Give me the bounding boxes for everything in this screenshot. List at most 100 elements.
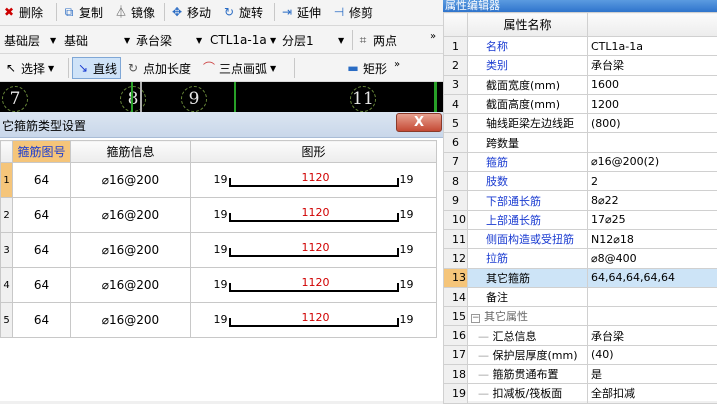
property-row[interactable]: 7箍筋⌀16@200(2) bbox=[444, 152, 717, 171]
sub-layer-select[interactable]: 分层1 ▼ bbox=[282, 30, 348, 50]
trim-button[interactable]: ⊣ 修剪 bbox=[332, 2, 373, 22]
shape-cell[interactable]: 19 1120 19 bbox=[191, 163, 437, 198]
property-row[interactable]: 9下部通长筋8⌀22 bbox=[444, 191, 717, 210]
property-row[interactable]: 17— 保护层厚度(mm)(40) bbox=[444, 345, 717, 364]
row-number[interactable]: 1 bbox=[1, 163, 13, 198]
stirrup-code-cell[interactable]: 64 bbox=[13, 233, 71, 268]
layer-select[interactable]: 基础层 ▼ bbox=[4, 30, 62, 50]
property-name[interactable]: −其它属性 bbox=[468, 307, 588, 326]
row-number[interactable]: 2 bbox=[1, 198, 13, 233]
select-button[interactable]: ↖ 选择 ▼ bbox=[4, 58, 54, 78]
mirror-button[interactable]: ⏃ 镜像 bbox=[114, 2, 155, 22]
property-name[interactable]: — 箍筋贯通布置 bbox=[468, 365, 588, 384]
stirrup-info-cell[interactable]: ⌀16@200 bbox=[71, 198, 191, 233]
category-select[interactable]: 基础 ▼ bbox=[64, 30, 132, 50]
row-number[interactable]: 3 bbox=[1, 233, 13, 268]
table-row[interactable]: 5 64 ⌀16@200 19 1120 19 bbox=[1, 303, 437, 338]
shape-cell[interactable]: 19 1120 19 bbox=[191, 198, 437, 233]
table-row[interactable]: 1 64 ⌀16@200 19 1120 19 bbox=[1, 163, 437, 198]
column-header[interactable]: 箍筋信息 bbox=[71, 141, 191, 163]
component-type-select[interactable]: 承台梁 ▼ bbox=[136, 30, 206, 50]
property-name[interactable]: 箍筋 bbox=[468, 152, 588, 171]
property-value[interactable]: ⌀8@400 bbox=[588, 249, 717, 268]
shape-cell[interactable]: 19 1120 19 bbox=[191, 268, 437, 303]
rotate-button[interactable]: ↻ 旋转 bbox=[222, 2, 263, 22]
property-row[interactable]: 5轴线距梁左边线距(800) bbox=[444, 114, 717, 133]
property-name[interactable]: 其它箍筋 bbox=[468, 268, 588, 287]
drawing-canvas[interactable]: 7 8 9 11 bbox=[0, 82, 443, 112]
stirrup-info-cell[interactable]: ⌀16@200 bbox=[71, 233, 191, 268]
component-name-select[interactable]: CTL1a-1a ▼ bbox=[210, 30, 280, 50]
property-row[interactable]: 2类别承台梁 bbox=[444, 56, 717, 75]
table-row[interactable]: 3 64 ⌀16@200 19 1120 19 bbox=[1, 233, 437, 268]
column-header[interactable]: 图形 bbox=[191, 141, 437, 163]
close-button[interactable]: X bbox=[396, 113, 442, 132]
stirrup-info-cell[interactable]: ⌀16@200 bbox=[71, 303, 191, 338]
property-name[interactable]: 拉筋 bbox=[468, 249, 588, 268]
property-value[interactable]: 是 bbox=[588, 365, 717, 384]
table-row[interactable]: 2 64 ⌀16@200 19 1120 19 bbox=[1, 198, 437, 233]
property-row[interactable]: 12拉筋⌀8@400 bbox=[444, 249, 717, 268]
property-name[interactable]: 截面宽度(mm) bbox=[468, 75, 588, 94]
property-value[interactable]: 1600 bbox=[588, 75, 717, 94]
arc-button[interactable]: ⌒ 三点画弧 ▼ bbox=[202, 58, 276, 78]
property-row[interactable]: 4截面高度(mm)1200 bbox=[444, 94, 717, 113]
property-row[interactable]: 10上部通长筋17⌀25 bbox=[444, 210, 717, 229]
property-row[interactable]: 11侧面构造或受扭筋N12⌀18 bbox=[444, 229, 717, 248]
shape-cell[interactable]: 19 1120 19 bbox=[191, 303, 437, 338]
toolbar-overflow-button[interactable]: » bbox=[394, 54, 400, 74]
property-name[interactable]: — 汇总信息 bbox=[468, 326, 588, 345]
property-value[interactable]: 承台梁 bbox=[588, 326, 717, 345]
property-value[interactable]: 2 bbox=[588, 172, 717, 191]
property-name[interactable]: — 扣减板/筏板面 bbox=[468, 384, 588, 403]
property-name[interactable]: 轴线距梁左边线距 bbox=[468, 114, 588, 133]
property-value[interactable] bbox=[588, 307, 717, 326]
two-point-button[interactable]: ⌗ 两点 bbox=[356, 30, 397, 50]
delete-button[interactable]: ✖ 删除 bbox=[2, 2, 43, 22]
property-value[interactable] bbox=[588, 133, 717, 152]
property-value[interactable]: CTL1a-1a bbox=[588, 37, 717, 56]
property-name[interactable]: 肢数 bbox=[468, 172, 588, 191]
point-length-button[interactable]: ↻ 点加长度 bbox=[126, 58, 191, 78]
property-value[interactable]: (40) bbox=[588, 345, 717, 364]
row-number[interactable]: 4 bbox=[1, 268, 13, 303]
shape-cell[interactable]: 19 1120 19 bbox=[191, 233, 437, 268]
property-name[interactable]: 类别 bbox=[468, 56, 588, 75]
property-value[interactable]: 承台梁 bbox=[588, 56, 717, 75]
property-name[interactable]: — 保护层厚度(mm) bbox=[468, 345, 588, 364]
row-number[interactable]: 5 bbox=[1, 303, 13, 338]
property-row[interactable]: 6跨数量 bbox=[444, 133, 717, 152]
rect-button[interactable]: ▬ 矩形 bbox=[346, 58, 387, 78]
property-row[interactable]: 18— 箍筋贯通布置是 bbox=[444, 365, 717, 384]
property-value[interactable] bbox=[588, 287, 717, 306]
property-name[interactable]: 备注 bbox=[468, 287, 588, 306]
property-row[interactable]: 1名称CTL1a-1a bbox=[444, 37, 717, 56]
stirrup-info-cell[interactable]: ⌀16@200 bbox=[71, 268, 191, 303]
stirrup-code-cell[interactable]: 64 bbox=[13, 303, 71, 338]
property-value[interactable]: 64,64,64,64,64 bbox=[588, 268, 717, 287]
property-value[interactable]: N12⌀18 bbox=[588, 229, 717, 248]
property-value[interactable]: 全部扣减 bbox=[588, 384, 717, 403]
property-name[interactable]: 下部通长筋 bbox=[468, 191, 588, 210]
copy-button[interactable]: ⧉ 复制 bbox=[62, 2, 103, 22]
property-name[interactable]: 名称 bbox=[468, 37, 588, 56]
stirrup-code-cell[interactable]: 64 bbox=[13, 198, 71, 233]
property-row[interactable]: 8肢数2 bbox=[444, 172, 717, 191]
property-value[interactable]: ⌀16@200(2) bbox=[588, 152, 717, 171]
property-name[interactable]: 侧面构造或受扭筋 bbox=[468, 229, 588, 248]
property-row[interactable]: 13其它箍筋64,64,64,64,64 bbox=[444, 268, 717, 287]
property-value[interactable]: 1200 bbox=[588, 94, 717, 113]
column-header[interactable]: 箍筋图号 bbox=[13, 141, 71, 163]
line-button[interactable]: ↘ 直线 bbox=[72, 57, 121, 79]
property-row[interactable]: 3截面宽度(mm)1600 bbox=[444, 75, 717, 94]
property-name[interactable]: 截面高度(mm) bbox=[468, 94, 588, 113]
property-row[interactable]: 16— 汇总信息承台梁 bbox=[444, 326, 717, 345]
stirrup-code-cell[interactable]: 64 bbox=[13, 163, 71, 198]
property-row[interactable]: 14备注 bbox=[444, 287, 717, 306]
property-value[interactable]: 17⌀25 bbox=[588, 210, 717, 229]
property-value[interactable]: 8⌀22 bbox=[588, 191, 717, 210]
move-button[interactable]: ✥ 移动 bbox=[170, 2, 211, 22]
table-row[interactable]: 4 64 ⌀16@200 19 1120 19 bbox=[1, 268, 437, 303]
property-row[interactable]: 15−其它属性 bbox=[444, 307, 717, 326]
property-value[interactable]: (800) bbox=[588, 114, 717, 133]
